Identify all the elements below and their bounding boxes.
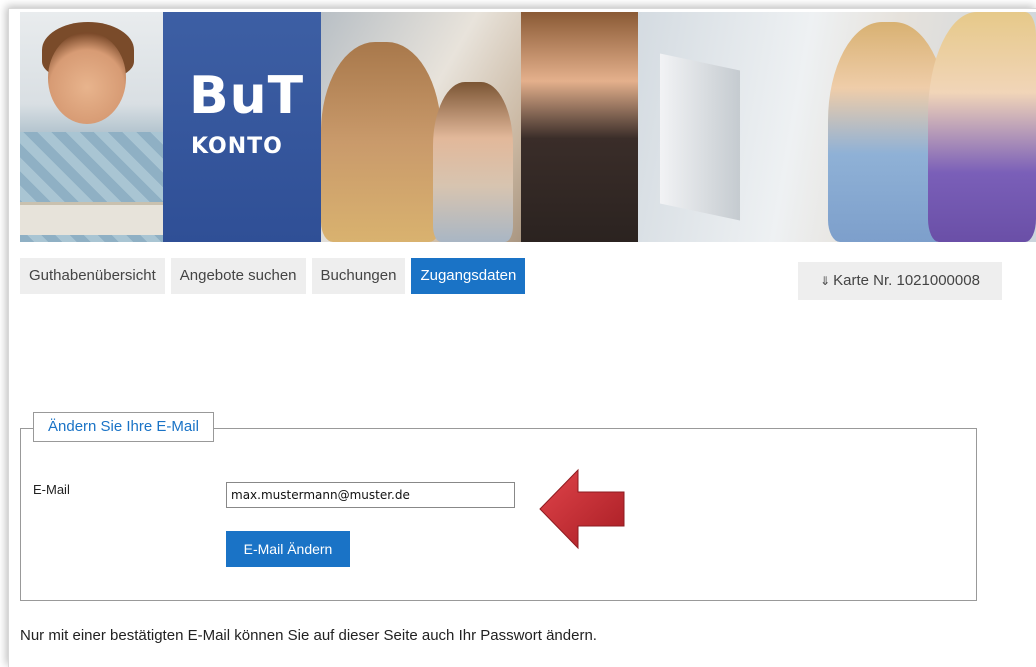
logo-subtitle: KONTO	[191, 134, 283, 159]
email-fieldset	[20, 428, 977, 601]
banner-photo-classroom	[321, 12, 638, 242]
password-hint-text: Nur mit einer bestätigten E-Mail können …	[20, 627, 597, 644]
logo-title: BuT	[189, 66, 305, 126]
tab-angebote-suchen[interactable]: Angebote suchen	[170, 258, 306, 294]
banner-photo-boy	[20, 12, 163, 242]
email-fieldset-legend: Ändern Sie Ihre E-Mail	[33, 412, 214, 442]
red-arrow-icon	[539, 468, 625, 550]
tab-guthabenuebersicht[interactable]: Guthabenübersicht	[20, 258, 165, 294]
card-number-label: Karte Nr. 1021000008	[833, 272, 980, 289]
download-arrow-icon: ⇓	[820, 274, 831, 288]
logo: BuT KONTO	[163, 12, 321, 242]
banner-photo-computer-kids	[638, 12, 1036, 242]
header-banner: BuT KONTO	[20, 12, 1036, 242]
main-nav: Guthabenübersicht Angebote suchen Buchun…	[20, 258, 526, 294]
tab-buchungen[interactable]: Buchungen	[311, 258, 406, 294]
card-number-button[interactable]: ⇓ Karte Nr. 1021000008	[798, 262, 1002, 300]
tab-zugangsdaten[interactable]: Zugangsdaten	[411, 258, 526, 294]
email-input[interactable]	[226, 482, 515, 508]
email-label: E-Mail	[33, 482, 70, 497]
change-email-button[interactable]: E-Mail Ändern	[226, 531, 350, 567]
